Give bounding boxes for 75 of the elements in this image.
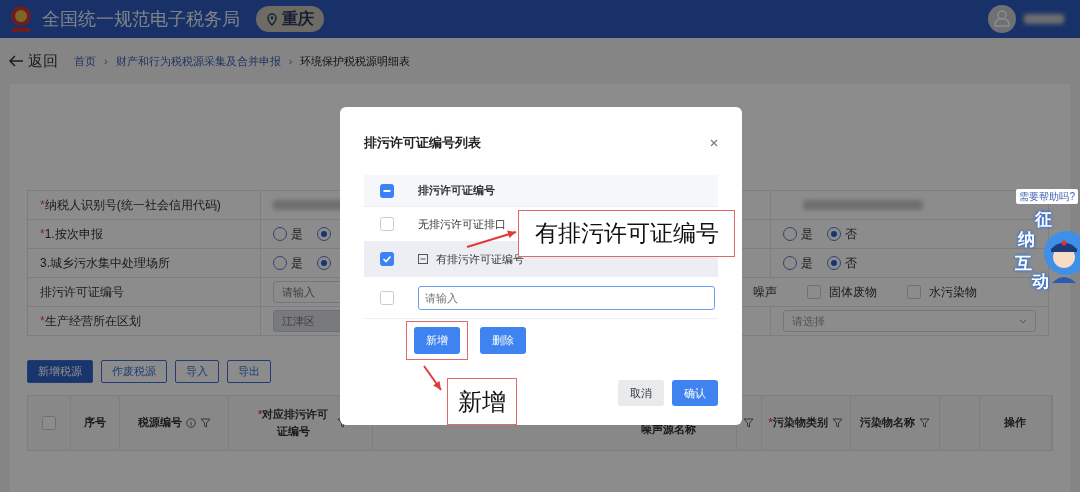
back-link[interactable]: 返回 xyxy=(8,49,58,73)
callout-label: 有排污许可证编号 xyxy=(518,210,735,257)
checkbox[interactable] xyxy=(41,415,56,430)
collapse-icon[interactable] xyxy=(418,254,428,264)
help-label-char: 动 xyxy=(1032,271,1049,293)
breadcrumb-item: 环境保护税税源明细表 xyxy=(300,53,411,69)
dialog-button[interactable]: 取消 xyxy=(618,379,664,406)
radio-button[interactable] xyxy=(783,256,797,270)
checkbox[interactable] xyxy=(380,290,394,305)
field-label: *生产经营所在区划 xyxy=(40,313,141,330)
callout-label: 新增 xyxy=(447,378,517,425)
filter-icon[interactable] xyxy=(918,417,930,428)
radio-button[interactable] xyxy=(827,227,841,241)
redacted-name xyxy=(1024,14,1064,24)
column-header: 操作 xyxy=(1004,415,1027,431)
location-button[interactable]: 重庆 xyxy=(256,6,324,32)
radio-label: 否 xyxy=(845,226,857,243)
checkbox[interactable] xyxy=(380,252,394,266)
breadcrumb-separator: › xyxy=(104,53,108,69)
column-header: *污染物类别 xyxy=(768,415,828,431)
column-header: 排污许可证编号 xyxy=(418,183,495,199)
filter-icon[interactable] xyxy=(199,417,211,428)
field-label: *1.按次申报 xyxy=(40,226,103,243)
column-header: *对应排污许可证编号 xyxy=(256,407,330,439)
dialog-title: 排污许可证编号列表 xyxy=(364,134,481,153)
help-label-char: 互 xyxy=(1015,253,1032,273)
radio-label: 是 xyxy=(801,226,813,243)
chevron-down-icon xyxy=(1019,318,1027,324)
checkbox-label: 水污染物 xyxy=(929,284,977,301)
radio-label: 是 xyxy=(291,255,303,272)
avatar-icon[interactable] xyxy=(988,5,1016,33)
help-label-char: 征 xyxy=(1035,209,1052,231)
toolbar-button[interactable]: 作废税源 xyxy=(101,360,167,383)
redacted-value xyxy=(273,200,343,210)
option-label: 噪声 xyxy=(753,284,777,301)
checkbox[interactable] xyxy=(807,285,821,299)
radio-button[interactable] xyxy=(783,227,797,241)
filter-icon[interactable] xyxy=(743,417,755,428)
column-header: 污染物名称 xyxy=(859,415,915,431)
radio-button[interactable] xyxy=(827,256,841,270)
breadcrumb-item[interactable]: 财产和行为税税源采集及合并申报 xyxy=(115,52,281,70)
filter-icon[interactable] xyxy=(831,417,843,428)
toolbar-button[interactable]: 导入 xyxy=(175,360,219,383)
toolbar-button[interactable]: 导出 xyxy=(227,360,271,383)
close-icon[interactable] xyxy=(710,139,718,147)
arrow-left-icon xyxy=(8,54,24,68)
radio-button[interactable] xyxy=(317,227,331,241)
site-title: 全国统一规范电子税务局 xyxy=(42,7,240,31)
field-label: *纳税人识别号(统一社会信用代码) xyxy=(40,197,221,214)
field-label: 3.城乡污水集中处理场所 xyxy=(40,255,170,272)
toolbar-button[interactable]: 新增税源 xyxy=(27,360,93,383)
radio-button[interactable] xyxy=(317,256,331,270)
checkbox[interactable] xyxy=(907,285,921,299)
pin-icon xyxy=(266,12,278,26)
help-tooltip[interactable]: 需要帮助吗? xyxy=(1016,189,1078,204)
emblem-icon xyxy=(8,4,34,34)
help-label-char: 纳 xyxy=(1018,229,1035,251)
breadcrumb-item[interactable]: 首页 xyxy=(74,52,96,70)
radio-label: 是 xyxy=(801,255,813,272)
action-button[interactable]: 新增 xyxy=(414,327,460,354)
input-field[interactable]: 请输入 xyxy=(418,285,715,310)
radio-button[interactable] xyxy=(273,227,287,241)
row-text: 无排污许可证排口 xyxy=(418,216,506,232)
radio-label: 否 xyxy=(845,255,857,272)
column-header: 序号 xyxy=(83,415,106,431)
action-button[interactable]: 删除 xyxy=(480,327,526,354)
breadcrumb-separator: › xyxy=(288,53,293,69)
radio-button[interactable] xyxy=(273,256,287,270)
checkbox[interactable] xyxy=(380,183,394,198)
checkbox[interactable] xyxy=(380,217,394,231)
dialog-button[interactable]: 确认 xyxy=(672,379,718,406)
checkbox-label: 固体废物 xyxy=(829,284,877,301)
column-header: 税源编号 xyxy=(137,415,182,431)
radio-label: 是 xyxy=(291,226,303,243)
field-label: 排污许可证编号 xyxy=(40,284,124,301)
